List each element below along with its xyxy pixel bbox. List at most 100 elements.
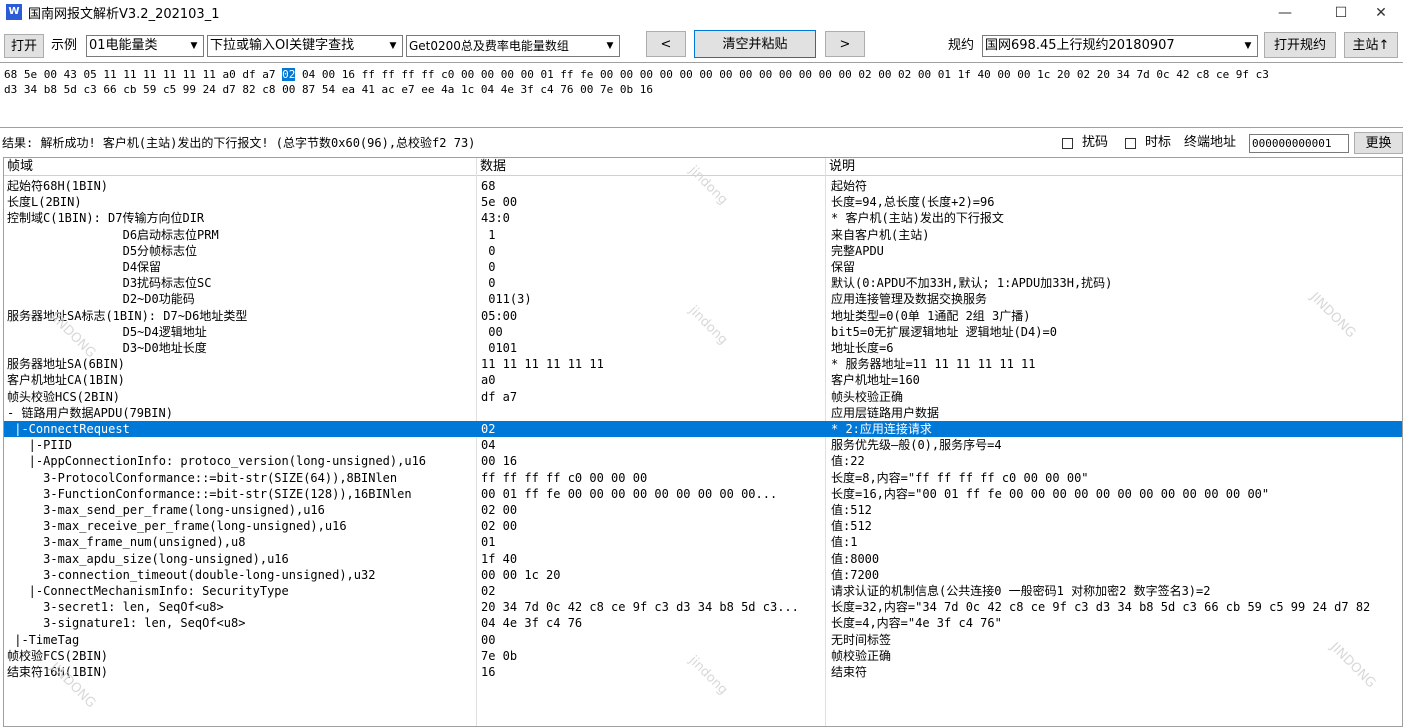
get-select[interactable]: Get0200总及费率电能量数组 ▼ (406, 35, 620, 57)
table-row[interactable]: 3-signature1: len, SeqOf<u8> 04 4e 3f c4 … (4, 615, 1402, 631)
cell-field: 3-max_receive_per_frame(long-unsigned),u… (7, 519, 347, 534)
cell-field: D2~D0功能码 (7, 292, 195, 307)
cell-field: D5分帧标志位 (7, 243, 198, 258)
cell-description: 值:1 (831, 535, 858, 550)
cell-field: 帧头校验HCS(2BIN) (7, 389, 121, 404)
cell-field: 长度L(2BIN) (7, 195, 82, 210)
table-row[interactable]: |-TimeTag 00 无时间标签 (4, 632, 1402, 648)
cell-description: 来自客户机(主站) (831, 227, 930, 242)
cell-field: |-ConnectRequest (7, 422, 130, 436)
table-row[interactable]: 3-ProtocolConformance::=bit-str(SIZE(64)… (4, 470, 1402, 486)
example-select-value: 01电能量类 (89, 38, 158, 53)
table-row[interactable]: |-AppConnectionInfo: protoco_version(lon… (4, 453, 1402, 469)
table-row[interactable]: 起始符68H(1BIN) 68 起始符 (4, 178, 1402, 194)
table-row[interactable]: D5分帧标志位 0 完整APDU (4, 243, 1402, 259)
column-header-description[interactable]: 说明 (826, 158, 1402, 176)
cell-field: 3-max_frame_num(unsigned),u8 (7, 535, 246, 550)
table-row[interactable]: 3-max_receive_per_frame(long-unsigned),u… (4, 518, 1402, 534)
table-row[interactable]: D4保留 0 保留 (4, 259, 1402, 275)
table-row[interactable]: |-ConnectMechanismInfo: SecurityType 02 请求… (4, 583, 1402, 599)
terminal-address-input[interactable] (1249, 134, 1349, 153)
cell-description: 完整APDU (831, 243, 884, 258)
table-row[interactable]: |-ConnectRequest 02 * 2:应用连接请求 (4, 421, 1402, 438)
oi-search-select[interactable]: 下拉或输入OI关键字查找 ▼ (207, 35, 403, 57)
parse-result-table[interactable]: 帧域 数据 说明 起始符68H(1BIN) 68 起始符 长度L(2BIN) 5e 00… (3, 157, 1403, 727)
master-button[interactable]: 主站↑ (1344, 32, 1398, 58)
terminal-address-label: 终端地址 (1184, 135, 1237, 150)
cell-data: 01 (481, 535, 496, 550)
column-header-data[interactable]: 数据 (477, 158, 826, 176)
table-row[interactable]: D2~D0功能码 011(3) 应用连接管理及数据交换服务 (4, 291, 1402, 307)
cell-field: 服务器地址SA标志(1BIN): D7~D6地址类型 (7, 308, 248, 323)
close-button[interactable]: ✕ (1359, 2, 1403, 24)
table-row[interactable]: 3-max_apdu_size(long-unsigned),u16 1f 40 值… (4, 551, 1402, 567)
maximize-button[interactable]: ☐ (1319, 2, 1363, 24)
cell-description: 长度=4,内容="4e 3f c4 76" (831, 616, 1002, 631)
column-header-field[interactable]: 帧域 (4, 158, 477, 176)
example-select[interactable]: 01电能量类 ▼ (86, 35, 204, 57)
table-row[interactable]: 3-connection_timeout(double-long-unsigne… (4, 567, 1402, 583)
clear-paste-button[interactable]: 清空并粘贴 (694, 30, 816, 58)
hex-line-1-pre: 68 5e 00 43 05 11 11 11 11 11 11 a0 df a… (4, 68, 283, 81)
cell-field: 服务器地址SA(6BIN) (7, 357, 125, 372)
cell-field: |-PIID (7, 438, 73, 453)
cell-field: 控制域C(1BIN): D7传输方向位DIR (7, 211, 205, 226)
result-text: 结果: 解析成功! 客户机(主站)发出的下行报文! (总字节数0x60(96),… (2, 136, 476, 150)
cell-field: 3-connection_timeout(double-long-unsigne… (7, 567, 376, 582)
table-row[interactable]: 3-max_send_per_frame(long-unsigned),u16 0… (4, 502, 1402, 518)
table-row[interactable]: 3-secret1: len, SeqOf<u8> 20 34 7d 0c 42 … (4, 599, 1402, 615)
cell-description: 地址类型=0(0单 1通配 2组 3广播) (831, 308, 1031, 323)
cell-description: 请求认证的机制信息(公共连接0 一般密码1 对称加密2 数字签名3)=2 (831, 584, 1211, 598)
minimize-button[interactable]: — (1263, 2, 1307, 24)
table-row[interactable]: D3扰码标志位SC 0 默认(0:APDU不加33H,默认; 1:APDU加33H… (4, 275, 1402, 291)
table-row[interactable]: 控制域C(1BIN): D7传输方向位DIR 43:0 * 客户机(主站)发出的下行… (4, 210, 1402, 226)
cell-field: 3-signature1: len, SeqOf<u8> (7, 616, 246, 631)
timetag-label: 时标 (1145, 135, 1172, 150)
cell-data: 16 (481, 665, 496, 679)
cell-data: 0 (481, 276, 496, 291)
cell-data: 1 (481, 227, 496, 242)
table-row[interactable]: - 链路用户数据APDU(79BIN) 应用层链路用户数据 (4, 405, 1402, 421)
table-row[interactable]: 客户机地址CA(1BIN) a0 客户机地址=160 (4, 372, 1402, 388)
table-row[interactable]: 帧头校验HCS(2BIN) df a7 帧头校验正确 (4, 389, 1402, 405)
cell-description: 值:22 (831, 454, 865, 469)
oi-search-value: 下拉或输入OI关键字查找 (210, 38, 355, 53)
table-row[interactable]: 帧校验FCS(2BIN) 7e 0b 帧校验正确 (4, 648, 1402, 664)
cell-data: 11 11 11 11 11 11 (481, 357, 604, 372)
table-row[interactable]: D5~D4逻辑地址 00 bit5=0无扩展逻辑地址 逻辑地址(D4)=0 (4, 324, 1402, 340)
table-row[interactable]: 结束符16H(1BIN) 16 结束符 (4, 664, 1402, 680)
cell-field: 结束符16H(1BIN) (7, 665, 109, 679)
cell-description: 值:7200 (831, 567, 880, 582)
cell-field: |-AppConnectionInfo: protoco_version(lon… (7, 454, 427, 469)
cell-data: df a7 (481, 389, 518, 404)
cell-field: 客户机地址CA(1BIN) (7, 373, 125, 388)
timetag-checkbox[interactable] (1125, 138, 1136, 149)
cell-field: 3-max_send_per_frame(long-unsigned),u16 (7, 503, 325, 517)
cell-description: 值:512 (831, 519, 872, 534)
open-protocol-button[interactable]: 打开规约 (1264, 32, 1336, 58)
protocol-select[interactable]: 国网698.45上行规约20180907 ▼ (982, 35, 1258, 57)
open-button[interactable]: 打开 (4, 34, 44, 58)
cell-description: 值:512 (831, 503, 872, 517)
prev-button[interactable]: < (646, 31, 686, 57)
table-row[interactable]: 服务器地址SA(6BIN) 11 11 11 11 11 11 * 服务器地址=11… (4, 356, 1402, 372)
cell-field: D6启动标志位PRM (7, 227, 219, 242)
table-row[interactable]: D6启动标志位PRM 1 来自客户机(主站) (4, 227, 1402, 243)
table-row[interactable]: 长度L(2BIN) 5e 00 长度=94,总长度(长度+2)=96 (4, 194, 1402, 210)
table-row[interactable]: 服务器地址SA标志(1BIN): D7~D6地址类型 05:00 地址类型=0(0单… (4, 308, 1402, 324)
cell-description: 无时间标签 (831, 632, 892, 647)
table-row[interactable]: D3~D0地址长度 0101 地址长度=6 (4, 340, 1402, 356)
table-row[interactable]: 3-FunctionConformance::=bit-str(SIZE(128… (4, 486, 1402, 502)
cell-field: 帧校验FCS(2BIN) (7, 648, 109, 663)
cell-data: 20 34 7d 0c 42 c8 ce 9f c3 d3 34 b8 5d c… (481, 600, 799, 615)
table-row[interactable]: 3-max_frame_num(unsigned),u8 01 值:1 (4, 534, 1402, 550)
chevron-down-icon: ▼ (389, 41, 397, 51)
change-button[interactable]: 更换 (1354, 132, 1403, 154)
hex-input-area[interactable]: 68 5e 00 43 05 11 11 11 11 11 11 a0 df a… (0, 62, 1403, 128)
cell-description: 长度=8,内容="ff ff ff ff c0 00 00 00" (831, 470, 1089, 485)
cell-description: 默认(0:APDU不加33H,默认; 1:APDU加33H,扰码) (831, 276, 1113, 291)
hex-line-1: 68 5e 00 43 05 11 11 11 11 11 11 a0 df a… (4, 67, 1403, 82)
scramble-checkbox[interactable] (1062, 138, 1073, 149)
next-button[interactable]: > (825, 31, 865, 57)
table-row[interactable]: |-PIID 04 服务优先级—般(0),服务序号=4 (4, 437, 1402, 453)
